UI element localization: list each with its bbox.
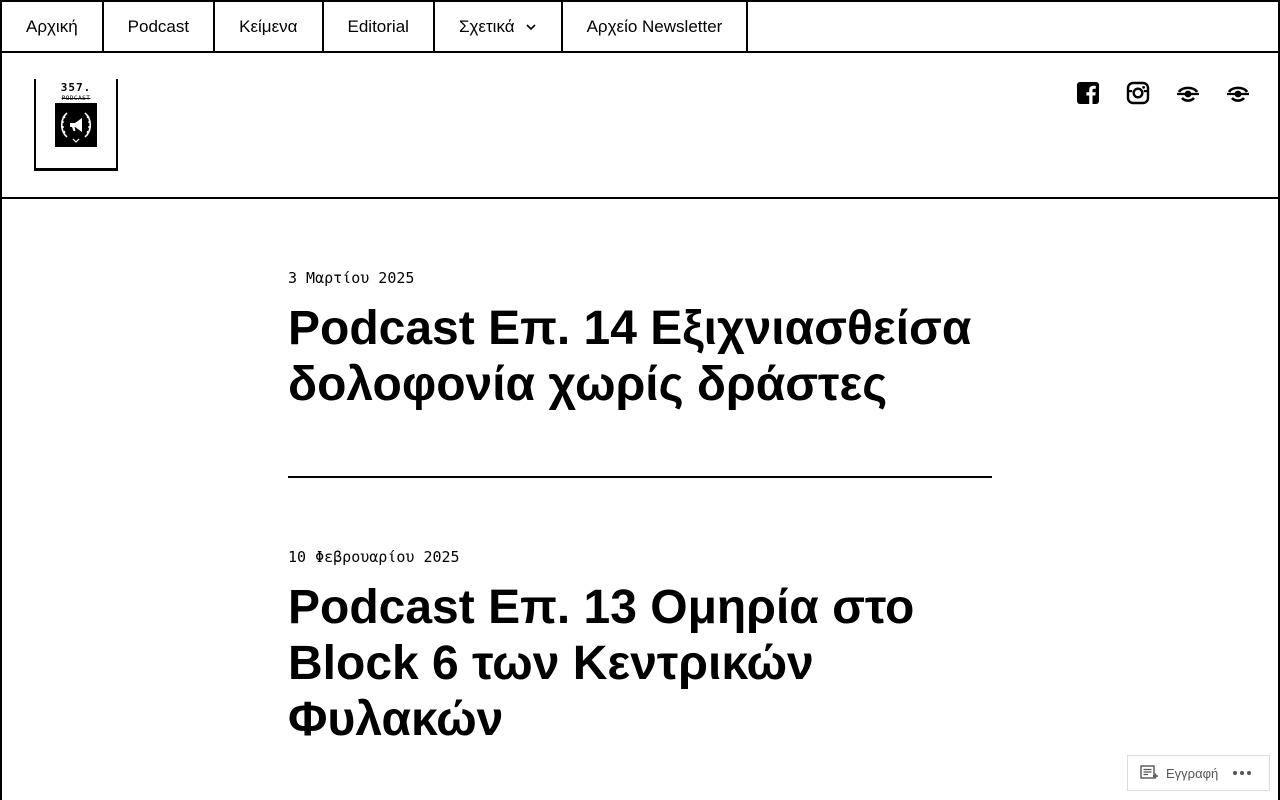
post-date[interactable]: 3 Μαρτίου 2025 [288,269,992,291]
generic-link-icon[interactable] [1226,81,1250,105]
facebook-icon[interactable] [1076,81,1100,105]
nav-item-podcast[interactable]: Podcast [104,2,216,51]
site-logo[interactable]: 357. PODCAST [34,79,118,171]
more-options-icon[interactable] [1232,770,1252,776]
nav-item-texts[interactable]: Κείμενα [215,2,324,51]
chevron-down-icon [525,23,536,30]
post-entry: 3 Μαρτίου 2025 Podcast Επ. 14 Εξιχνιασθε… [288,199,992,413]
nav-item-about[interactable]: Σχετικά [435,2,563,51]
main-navigation: Αρχική Podcast Κείμενα Editorial Σχετικά… [0,0,1280,53]
logo-subtitle: PODCAST [61,95,91,102]
post-title[interactable]: Podcast Επ. 14 Εξιχνιασθείσα δολοφονία χ… [288,301,992,413]
subscribe-label: Εγγραφή [1166,765,1219,781]
social-links [1076,81,1250,105]
logo-number: 357. [60,81,92,94]
nav-item-home[interactable]: Αρχική [2,2,104,51]
subscribe-bar: Εγγραφή [1127,755,1270,791]
nav-item-label: Αρχική [26,16,78,36]
post-list: 3 Μαρτίου 2025 Podcast Επ. 14 Εξιχνιασθε… [288,199,992,748]
laurel-megaphone-icon [55,103,97,147]
nav-item-newsletter-archive[interactable]: Αρχείο Newsletter [563,2,749,51]
nav-item-label: Κείμενα [239,16,298,36]
nav-item-label: Podcast [127,16,190,36]
nav-item-editorial[interactable]: Editorial [324,2,435,51]
instagram-icon[interactable] [1126,81,1150,105]
site-header: 357. PODCAST [0,53,1280,199]
nav-item-label: Σχετικά [458,16,515,36]
nav-item-label: Editorial [347,16,409,36]
nav-item-label: Αρχείο Newsletter [586,16,723,36]
post-title[interactable]: Podcast Επ. 13 Ομηρία στο Block 6 των Κε… [288,580,992,748]
generic-link-icon[interactable] [1176,81,1200,105]
post-entry: 10 Φεβρουαρίου 2025 Podcast Επ. 13 Ομηρί… [288,478,992,748]
reader-icon [1140,765,1158,779]
subscribe-button[interactable]: Εγγραφή [1128,765,1218,781]
post-date[interactable]: 10 Φεβρουαρίου 2025 [288,548,992,570]
